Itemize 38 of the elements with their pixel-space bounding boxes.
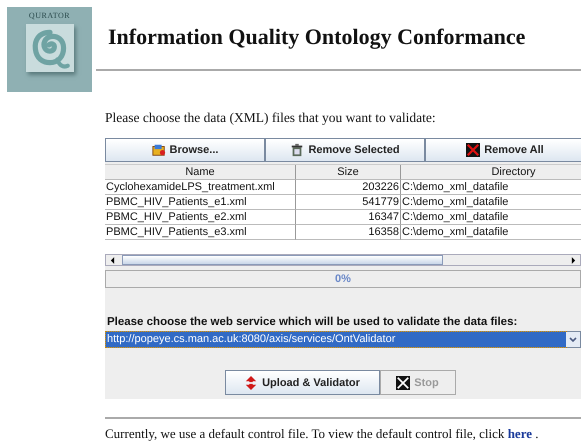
table-cell: CyclohexamideLPS_treatment.xml xyxy=(105,180,296,195)
table-cell: 16358 xyxy=(296,225,401,240)
up-down-arrows-icon xyxy=(244,376,258,390)
footer-text: Currently, we use a default control file. To view the default control file, click here . xyxy=(105,426,540,442)
table-cell: PBMC_HIV_Patients_e1.xml xyxy=(105,195,296,210)
column-header[interactable]: Name xyxy=(105,165,296,180)
column-header[interactable]: Directory xyxy=(401,165,581,180)
table-cell: PBMC_HIV_Patients_e3.xml xyxy=(105,225,296,240)
table-cell: C:\demo_xml_datafile xyxy=(401,225,581,240)
here-link[interactable]: here xyxy=(508,426,532,441)
page-title: Information Quality Ontology Conformance xyxy=(108,24,526,50)
column-header[interactable]: Size xyxy=(296,165,401,180)
trash-can-icon xyxy=(290,143,304,157)
folder-icon xyxy=(152,143,166,157)
table-cell: C:\demo_xml_datafile xyxy=(401,210,581,225)
table-cell: C:\demo_xml_datafile xyxy=(401,195,581,210)
progress-reading: 0% xyxy=(335,273,351,285)
service-label: Please choose the web service which will be used to validate the data files: xyxy=(107,316,518,328)
logo-text: QURATOR xyxy=(28,11,70,20)
horizontal-scrollbar[interactable] xyxy=(105,254,581,266)
cross-box-icon xyxy=(396,376,410,390)
upload-button[interactable]: Upload & Validator xyxy=(224,370,380,395)
service-dropdown[interactable]: http://popeye.cs.man.ac.uk:8080/axis/services/OntValidator xyxy=(105,331,581,348)
cross-icon xyxy=(466,143,480,157)
remove-selected-button[interactable]: Remove Selected xyxy=(265,138,425,162)
right-arrow-icon xyxy=(571,256,576,264)
table-cell: 541779 xyxy=(296,195,401,210)
remove-all-button[interactable]: Remove All xyxy=(425,138,581,162)
browse-button[interactable]: Browse... xyxy=(105,138,265,162)
chevron-down-icon xyxy=(569,336,577,342)
left-arrow-icon xyxy=(110,256,115,264)
table-cell: C:\demo_xml_datafile xyxy=(401,180,581,195)
instruction-text: Please choose the data (XML) files that you want to validate: xyxy=(105,110,437,126)
table-cell: PBMC_HIV_Patients_e2.xml xyxy=(105,210,296,225)
swirl-logo-icon xyxy=(26,24,74,72)
scroll-thumb[interactable] xyxy=(122,255,443,265)
table-cell: 16347 xyxy=(296,210,401,225)
table-cell: 203226 xyxy=(296,180,401,195)
